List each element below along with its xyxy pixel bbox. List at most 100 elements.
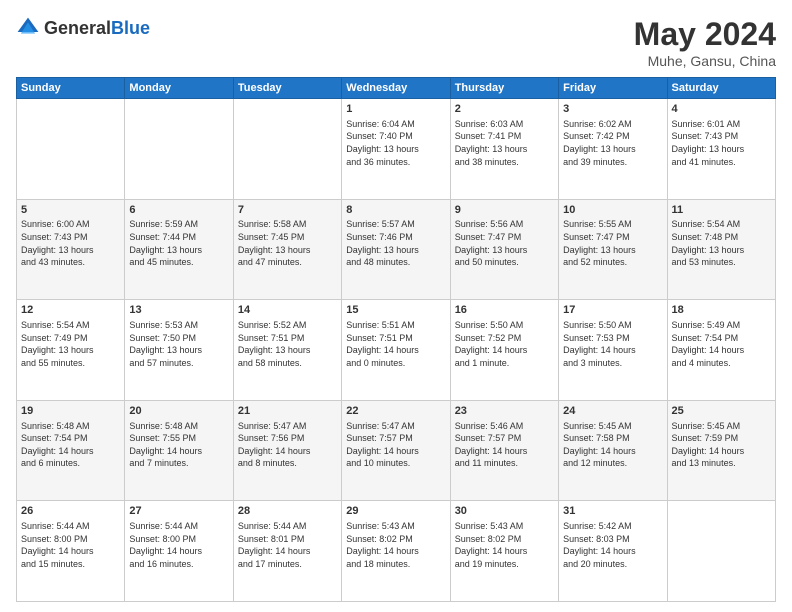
day-number: 12 <box>21 303 120 318</box>
day-number: 18 <box>672 303 771 318</box>
table-row: 13Sunrise: 5:53 AM Sunset: 7:50 PM Dayli… <box>125 300 233 401</box>
table-row: 24Sunrise: 5:45 AM Sunset: 7:58 PM Dayli… <box>559 400 667 501</box>
cell-content: Sunrise: 5:53 AM Sunset: 7:50 PM Dayligh… <box>129 319 228 369</box>
cell-content: Sunrise: 6:00 AM Sunset: 7:43 PM Dayligh… <box>21 218 120 268</box>
day-number: 15 <box>346 303 445 318</box>
cell-content: Sunrise: 6:02 AM Sunset: 7:42 PM Dayligh… <box>563 118 662 168</box>
table-row: 20Sunrise: 5:48 AM Sunset: 7:55 PM Dayli… <box>125 400 233 501</box>
cell-content: Sunrise: 5:45 AM Sunset: 7:58 PM Dayligh… <box>563 420 662 470</box>
table-row: 15Sunrise: 5:51 AM Sunset: 7:51 PM Dayli… <box>342 300 450 401</box>
cell-content: Sunrise: 5:54 AM Sunset: 7:48 PM Dayligh… <box>672 218 771 268</box>
table-row: 9Sunrise: 5:56 AM Sunset: 7:47 PM Daylig… <box>450 199 558 300</box>
day-number: 16 <box>455 303 554 318</box>
cell-content: Sunrise: 5:59 AM Sunset: 7:44 PM Dayligh… <box>129 218 228 268</box>
title-block: May 2024 Muhe, Gansu, China <box>634 16 776 69</box>
day-number: 25 <box>672 404 771 419</box>
day-number: 10 <box>563 203 662 218</box>
day-number: 22 <box>346 404 445 419</box>
calendar-header-row: Sunday Monday Tuesday Wednesday Thursday… <box>17 78 776 99</box>
table-row: 31Sunrise: 5:42 AM Sunset: 8:03 PM Dayli… <box>559 501 667 602</box>
table-row <box>233 99 341 200</box>
day-number: 2 <box>455 102 554 117</box>
table-row: 2Sunrise: 6:03 AM Sunset: 7:41 PM Daylig… <box>450 99 558 200</box>
cell-content: Sunrise: 6:04 AM Sunset: 7:40 PM Dayligh… <box>346 118 445 168</box>
table-row: 21Sunrise: 5:47 AM Sunset: 7:56 PM Dayli… <box>233 400 341 501</box>
day-number: 31 <box>563 504 662 519</box>
cell-content: Sunrise: 5:51 AM Sunset: 7:51 PM Dayligh… <box>346 319 445 369</box>
table-row: 5Sunrise: 6:00 AM Sunset: 7:43 PM Daylig… <box>17 199 125 300</box>
col-tuesday: Tuesday <box>233 78 341 99</box>
calendar-week-row: 26Sunrise: 5:44 AM Sunset: 8:00 PM Dayli… <box>17 501 776 602</box>
day-number: 29 <box>346 504 445 519</box>
logo-general: General <box>44 18 111 38</box>
table-row <box>125 99 233 200</box>
cell-content: Sunrise: 5:47 AM Sunset: 7:57 PM Dayligh… <box>346 420 445 470</box>
day-number: 7 <box>238 203 337 218</box>
col-thursday: Thursday <box>450 78 558 99</box>
table-row <box>17 99 125 200</box>
table-row: 16Sunrise: 5:50 AM Sunset: 7:52 PM Dayli… <box>450 300 558 401</box>
table-row: 7Sunrise: 5:58 AM Sunset: 7:45 PM Daylig… <box>233 199 341 300</box>
table-row: 18Sunrise: 5:49 AM Sunset: 7:54 PM Dayli… <box>667 300 775 401</box>
day-number: 3 <box>563 102 662 117</box>
table-row: 30Sunrise: 5:43 AM Sunset: 8:02 PM Dayli… <box>450 501 558 602</box>
cell-content: Sunrise: 6:01 AM Sunset: 7:43 PM Dayligh… <box>672 118 771 168</box>
day-number: 24 <box>563 404 662 419</box>
day-number: 21 <box>238 404 337 419</box>
cell-content: Sunrise: 5:43 AM Sunset: 8:02 PM Dayligh… <box>455 520 554 570</box>
day-number: 11 <box>672 203 771 218</box>
cell-content: Sunrise: 5:58 AM Sunset: 7:45 PM Dayligh… <box>238 218 337 268</box>
location: Muhe, Gansu, China <box>634 53 776 69</box>
cell-content: Sunrise: 5:54 AM Sunset: 7:49 PM Dayligh… <box>21 319 120 369</box>
cell-content: Sunrise: 5:42 AM Sunset: 8:03 PM Dayligh… <box>563 520 662 570</box>
table-row: 1Sunrise: 6:04 AM Sunset: 7:40 PM Daylig… <box>342 99 450 200</box>
day-number: 9 <box>455 203 554 218</box>
table-row: 23Sunrise: 5:46 AM Sunset: 7:57 PM Dayli… <box>450 400 558 501</box>
calendar-table: Sunday Monday Tuesday Wednesday Thursday… <box>16 77 776 602</box>
logo-icon <box>16 16 40 40</box>
col-friday: Friday <box>559 78 667 99</box>
calendar-week-row: 1Sunrise: 6:04 AM Sunset: 7:40 PM Daylig… <box>17 99 776 200</box>
calendar-week-row: 5Sunrise: 6:00 AM Sunset: 7:43 PM Daylig… <box>17 199 776 300</box>
table-row: 14Sunrise: 5:52 AM Sunset: 7:51 PM Dayli… <box>233 300 341 401</box>
table-row: 10Sunrise: 5:55 AM Sunset: 7:47 PM Dayli… <box>559 199 667 300</box>
cell-content: Sunrise: 5:45 AM Sunset: 7:59 PM Dayligh… <box>672 420 771 470</box>
cell-content: Sunrise: 5:50 AM Sunset: 7:52 PM Dayligh… <box>455 319 554 369</box>
logo: GeneralBlue <box>16 16 150 40</box>
table-row: 27Sunrise: 5:44 AM Sunset: 8:00 PM Dayli… <box>125 501 233 602</box>
col-sunday: Sunday <box>17 78 125 99</box>
table-row <box>667 501 775 602</box>
day-number: 4 <box>672 102 771 117</box>
day-number: 17 <box>563 303 662 318</box>
table-row: 19Sunrise: 5:48 AM Sunset: 7:54 PM Dayli… <box>17 400 125 501</box>
day-number: 6 <box>129 203 228 218</box>
day-number: 27 <box>129 504 228 519</box>
table-row: 12Sunrise: 5:54 AM Sunset: 7:49 PM Dayli… <box>17 300 125 401</box>
table-row: 22Sunrise: 5:47 AM Sunset: 7:57 PM Dayli… <box>342 400 450 501</box>
cell-content: Sunrise: 5:50 AM Sunset: 7:53 PM Dayligh… <box>563 319 662 369</box>
cell-content: Sunrise: 5:48 AM Sunset: 7:54 PM Dayligh… <box>21 420 120 470</box>
cell-content: Sunrise: 5:56 AM Sunset: 7:47 PM Dayligh… <box>455 218 554 268</box>
table-row: 4Sunrise: 6:01 AM Sunset: 7:43 PM Daylig… <box>667 99 775 200</box>
cell-content: Sunrise: 5:43 AM Sunset: 8:02 PM Dayligh… <box>346 520 445 570</box>
table-row: 8Sunrise: 5:57 AM Sunset: 7:46 PM Daylig… <box>342 199 450 300</box>
day-number: 28 <box>238 504 337 519</box>
header: GeneralBlue May 2024 Muhe, Gansu, China <box>16 16 776 69</box>
col-wednesday: Wednesday <box>342 78 450 99</box>
month-title: May 2024 <box>634 16 776 53</box>
col-saturday: Saturday <box>667 78 775 99</box>
cell-content: Sunrise: 5:44 AM Sunset: 8:00 PM Dayligh… <box>129 520 228 570</box>
cell-content: Sunrise: 6:03 AM Sunset: 7:41 PM Dayligh… <box>455 118 554 168</box>
cell-content: Sunrise: 5:46 AM Sunset: 7:57 PM Dayligh… <box>455 420 554 470</box>
day-number: 14 <box>238 303 337 318</box>
table-row: 11Sunrise: 5:54 AM Sunset: 7:48 PM Dayli… <box>667 199 775 300</box>
table-row: 26Sunrise: 5:44 AM Sunset: 8:00 PM Dayli… <box>17 501 125 602</box>
day-number: 5 <box>21 203 120 218</box>
page: GeneralBlue May 2024 Muhe, Gansu, China … <box>0 0 792 612</box>
table-row: 3Sunrise: 6:02 AM Sunset: 7:42 PM Daylig… <box>559 99 667 200</box>
cell-content: Sunrise: 5:44 AM Sunset: 8:01 PM Dayligh… <box>238 520 337 570</box>
cell-content: Sunrise: 5:52 AM Sunset: 7:51 PM Dayligh… <box>238 319 337 369</box>
cell-content: Sunrise: 5:44 AM Sunset: 8:00 PM Dayligh… <box>21 520 120 570</box>
day-number: 8 <box>346 203 445 218</box>
cell-content: Sunrise: 5:49 AM Sunset: 7:54 PM Dayligh… <box>672 319 771 369</box>
